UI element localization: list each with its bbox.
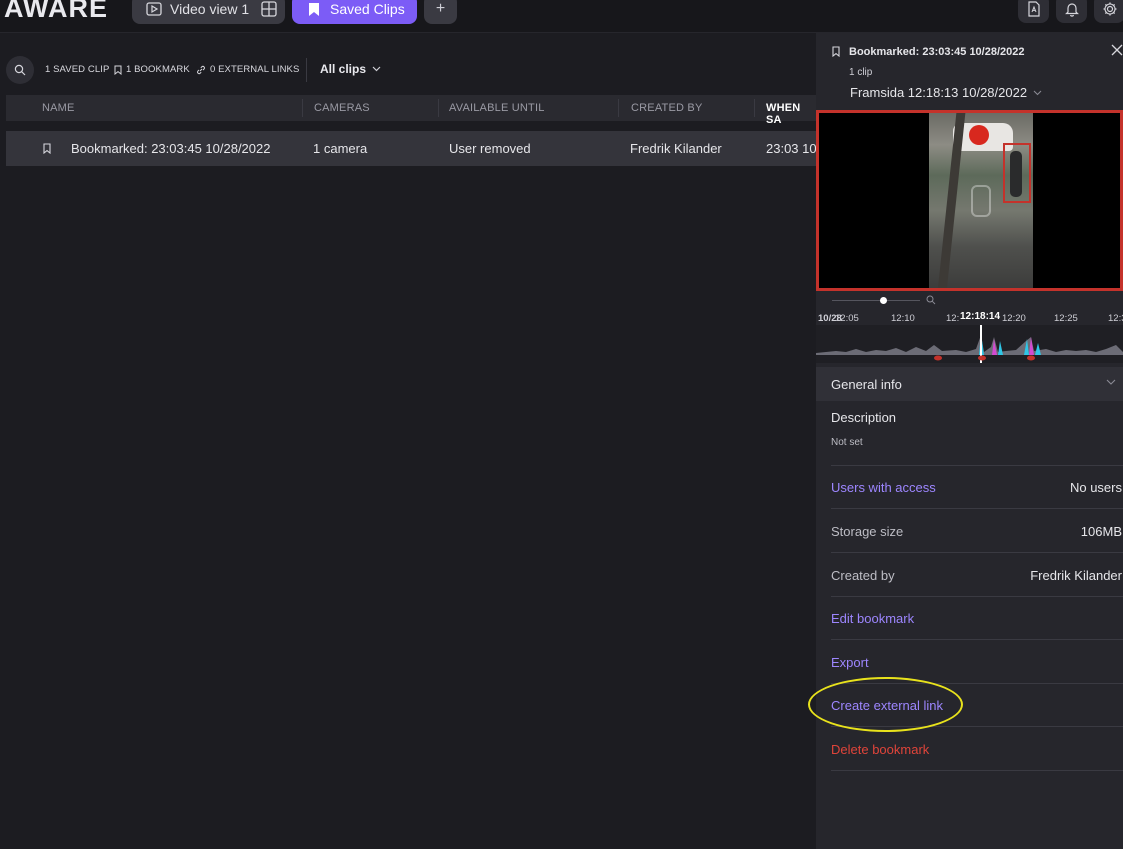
column-header-cameras[interactable]: CAMERAS xyxy=(314,102,370,114)
document-button[interactable] xyxy=(1018,0,1049,23)
storage-size-value: 106MB xyxy=(1080,524,1122,539)
column-header-when-saved[interactable]: WHEN SA xyxy=(766,102,816,126)
add-tab-button[interactable]: + xyxy=(424,0,457,24)
app-logo: AWARE xyxy=(4,0,109,23)
table-row[interactable]: Bookmarked: 23:03:45 10/28/2022 1 camera… xyxy=(6,131,816,166)
divider xyxy=(306,58,307,82)
camera-selector[interactable]: Framsida 12:18:13 10/28/2022 xyxy=(850,85,1042,100)
export-button[interactable]: Export xyxy=(831,655,869,670)
bookmark-count[interactable]: 1 BOOKMARK xyxy=(114,64,190,75)
timeline-tick: 12:20 xyxy=(1002,313,1026,324)
clip-count: 1 clip xyxy=(849,67,873,78)
notifications-button[interactable] xyxy=(1056,0,1087,23)
divider xyxy=(831,508,1123,509)
column-divider[interactable] xyxy=(302,99,303,117)
zoom-slider-handle[interactable] xyxy=(880,297,887,304)
timeline-current-time: 12:18:14 xyxy=(960,311,1001,322)
timeline-tick: 12:3 xyxy=(1108,313,1123,324)
play-icon xyxy=(146,2,162,16)
general-info-header[interactable]: General info xyxy=(816,367,1123,401)
clip-available-until: User removed xyxy=(449,141,531,156)
description-label: Description xyxy=(831,410,897,425)
activity-timeline[interactable] xyxy=(816,325,1123,363)
users-with-access-link[interactable]: Users with access xyxy=(831,480,936,495)
description-value: Not set xyxy=(831,437,863,448)
bookmark-count-label: 1 BOOKMARK xyxy=(126,64,190,75)
bookmark-icon xyxy=(832,46,840,57)
timeline-tick: 12: xyxy=(946,313,960,324)
column-header-created-by[interactable]: CREATED BY xyxy=(631,102,702,114)
divider xyxy=(831,596,1123,597)
divider xyxy=(831,770,1123,771)
camera-feed xyxy=(929,113,1033,288)
pole-image xyxy=(937,113,966,288)
bookmark-icon xyxy=(114,65,122,75)
video-player[interactable] xyxy=(816,110,1123,291)
bookmark-icon xyxy=(309,2,319,16)
delete-bookmark-button[interactable]: Delete bookmark xyxy=(831,742,929,757)
external-links-count[interactable]: 0 EXTERNAL LINKS xyxy=(196,64,299,75)
bell-icon xyxy=(1064,2,1079,17)
divider xyxy=(831,552,1123,553)
column-divider[interactable] xyxy=(618,99,619,117)
tab-video-view-label: Video view 1 xyxy=(170,1,250,17)
annotation-highlight xyxy=(808,677,963,732)
column-divider[interactable] xyxy=(754,99,755,117)
camera-selector-value: Framsida 12:18:13 10/28/2022 xyxy=(850,85,1028,100)
column-divider[interactable] xyxy=(438,99,439,117)
zoom-slider-track[interactable] xyxy=(832,300,920,301)
chevron-down-icon xyxy=(372,66,381,72)
general-info-title: General info xyxy=(831,377,902,392)
tab-saved-clips[interactable]: Saved Clips xyxy=(292,0,417,24)
clip-name: Bookmarked: 23:03:45 10/28/2022 xyxy=(71,141,271,156)
clip-filter-dropdown[interactable]: All clips xyxy=(320,62,381,76)
clip-filter-value: All clips xyxy=(320,62,367,76)
bookmark-icon xyxy=(43,143,51,154)
timeline-tick: 12:10 xyxy=(891,313,915,324)
table-header: NAME CAMERAS AVAILABLE UNTIL CREATED BY … xyxy=(6,95,816,126)
users-with-access-value: No users xyxy=(1069,480,1122,495)
column-header-name[interactable]: NAME xyxy=(42,102,75,114)
zoom-icon[interactable] xyxy=(926,295,936,305)
storage-size-label: Storage size xyxy=(831,524,904,539)
pause-icon[interactable] xyxy=(971,185,991,217)
plus-icon: + xyxy=(435,0,446,17)
top-bar: AWARE Video view 1 Saved Clips + xyxy=(0,0,1123,33)
detection-box xyxy=(1003,143,1031,203)
panel-title: Bookmarked: 23:03:45 10/28/2022 xyxy=(849,46,1025,58)
search-icon xyxy=(14,64,26,76)
document-icon xyxy=(1027,0,1040,17)
timeline-tick: 12:05 xyxy=(835,313,859,324)
created-by-label: Created by xyxy=(831,568,895,583)
divider xyxy=(831,465,1123,466)
clip-when-saved: 23:03 10 xyxy=(766,141,816,156)
divider xyxy=(831,639,1123,640)
gear-icon xyxy=(1103,2,1116,15)
tab-video-view[interactable]: Video view 1 xyxy=(132,0,285,24)
search-button[interactable] xyxy=(6,56,34,84)
column-header-available-until[interactable]: AVAILABLE UNTIL xyxy=(449,102,545,114)
chevron-down-icon xyxy=(1106,379,1116,385)
timeline-tick: 12:25 xyxy=(1054,313,1078,324)
clip-created-by: Fredrik Kilander xyxy=(630,141,722,156)
created-by-value: Fredrik Kilander xyxy=(1030,568,1122,583)
edit-bookmark-button[interactable]: Edit bookmark xyxy=(831,611,914,626)
tab-saved-clips-label: Saved Clips xyxy=(330,1,405,17)
chevron-down-icon xyxy=(1033,90,1042,95)
saved-clip-count[interactable]: 1 SAVED CLIP xyxy=(45,64,109,75)
link-icon xyxy=(197,65,205,74)
close-icon[interactable] xyxy=(1111,44,1123,56)
record-indicator-icon xyxy=(969,125,989,145)
grid-icon xyxy=(261,1,277,17)
external-links-count-label: 0 EXTERNAL LINKS xyxy=(210,64,300,75)
saved-clip-count-label: 1 SAVED CLIP xyxy=(45,64,110,75)
clip-cameras: 1 camera xyxy=(313,141,368,156)
settings-button[interactable] xyxy=(1094,0,1123,23)
